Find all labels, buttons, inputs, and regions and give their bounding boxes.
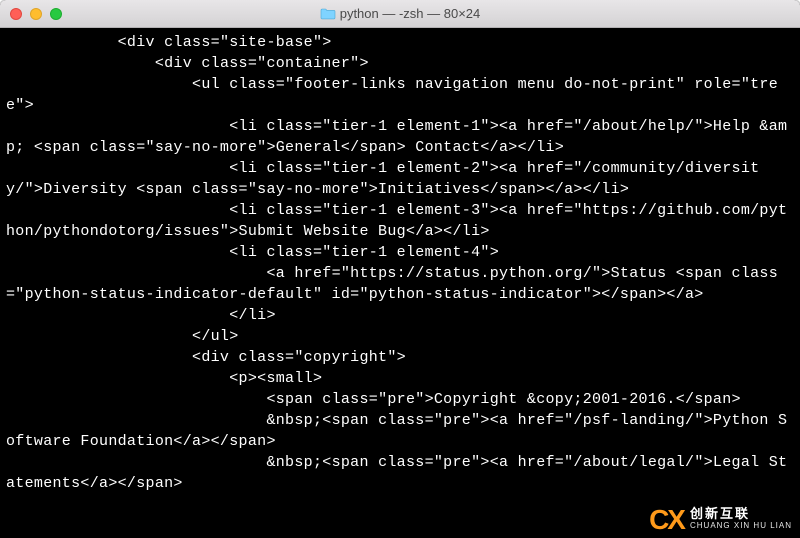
watermark-text: 创新互联 CHUANG XIN HU LIAN <box>690 508 792 532</box>
terminal-line: </ul> <box>6 326 794 347</box>
folder-icon <box>320 8 334 19</box>
terminal-line: </li> <box>6 305 794 326</box>
terminal-line: <a href="https://status.python.org/">Sta… <box>6 263 794 305</box>
window-title-text: python — -zsh — 80×24 <box>340 6 481 21</box>
terminal-line: &nbsp;<span class="pre"><a href="/about/… <box>6 452 794 494</box>
zoom-icon[interactable] <box>50 8 62 20</box>
terminal-line: <div class="site-base"> <box>6 32 794 53</box>
terminal-line: <div class="container"> <box>6 53 794 74</box>
terminal-line: <li class="tier-1 element-2"><a href="/c… <box>6 158 794 200</box>
terminal-line: <li class="tier-1 element-4"> <box>6 242 794 263</box>
minimize-icon[interactable] <box>30 8 42 20</box>
terminal-line: <span class="pre">Copyright &copy;2001-2… <box>6 389 794 410</box>
terminal-line: <p><small> <box>6 368 794 389</box>
terminal-line: &nbsp;<span class="pre"><a href="/psf-la… <box>6 410 794 452</box>
terminal-line: <div class="copyright"> <box>6 347 794 368</box>
window-title: python — -zsh — 80×24 <box>0 6 800 21</box>
titlebar[interactable]: python — -zsh — 80×24 <box>0 0 800 28</box>
traffic-lights <box>0 8 62 20</box>
terminal-line: <ul class="footer-links navigation menu … <box>6 74 794 116</box>
terminal-output[interactable]: <div class="site-base"> <div class="cont… <box>0 28 800 538</box>
terminal-line: <li class="tier-1 element-1"><a href="/a… <box>6 116 794 158</box>
watermark-name-py: CHUANG XIN HU LIAN <box>690 520 792 532</box>
watermark: CX 创新互联 CHUANG XIN HU LIAN <box>649 508 792 532</box>
terminal-window: python — -zsh — 80×24 <div class="site-b… <box>0 0 800 538</box>
terminal-line: <li class="tier-1 element-3"><a href="ht… <box>6 200 794 242</box>
watermark-name-cn: 创新互联 <box>690 508 792 520</box>
close-icon[interactable] <box>10 8 22 20</box>
watermark-logo: CX <box>649 514 684 526</box>
